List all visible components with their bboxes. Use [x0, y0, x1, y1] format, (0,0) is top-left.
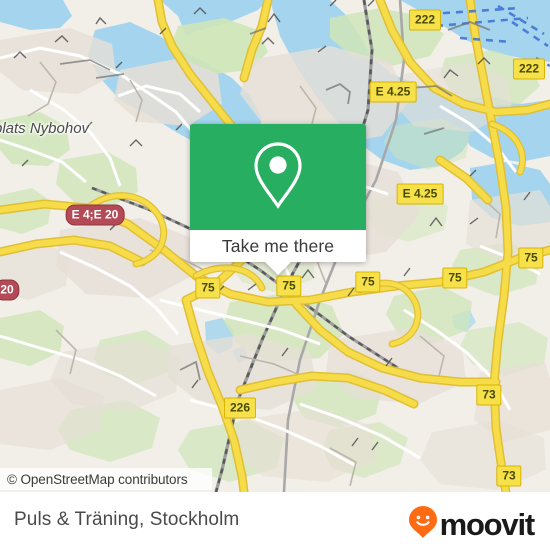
callout-pointer	[265, 262, 291, 275]
footer-bar: Puls & Träning, Stockholm moovit	[0, 492, 550, 550]
road-shield: 75	[355, 271, 381, 293]
take-me-there-label: Take me there	[221, 235, 335, 256]
road-shield: 20	[0, 279, 20, 301]
osm-attribution-text: © OpenStreetMap contributors	[7, 471, 188, 487]
moovit-map-screenshot: 222 222 E 4.25 E 4.25 E 4;E 20 20 75 75 75 75 75 22…	[0, 0, 550, 550]
take-me-there-callout[interactable]: Take me there	[190, 124, 366, 275]
road-shield: 222	[512, 58, 546, 80]
road-shield: 75	[518, 247, 544, 269]
callout-action-bar[interactable]: Take me there	[190, 230, 366, 262]
road-shield: 75	[195, 277, 221, 299]
map-place-label: plats Nybohov	[0, 120, 90, 137]
moovit-smiley-pin-icon	[408, 505, 438, 544]
callout-green-panel	[190, 124, 366, 230]
road-shield: 73	[496, 465, 522, 487]
road-shield: 75	[442, 267, 468, 289]
page-title: Puls & Träning, Stockholm	[14, 509, 240, 530]
road-shield: 75	[276, 275, 302, 297]
moovit-wordmark: moovit	[439, 507, 536, 542]
road-shield: E 4.25	[369, 81, 417, 103]
road-shield: 73	[476, 384, 502, 406]
map-pin-icon	[250, 139, 306, 216]
road-shield: 226	[223, 397, 257, 419]
osm-attribution[interactable]: © OpenStreetMap contributors	[0, 468, 212, 490]
road-shield: E 4.25	[396, 183, 444, 205]
road-shield: 222	[408, 9, 442, 31]
moovit-logo[interactable]: moovit	[408, 505, 536, 544]
road-shield: E 4;E 20	[65, 204, 125, 226]
